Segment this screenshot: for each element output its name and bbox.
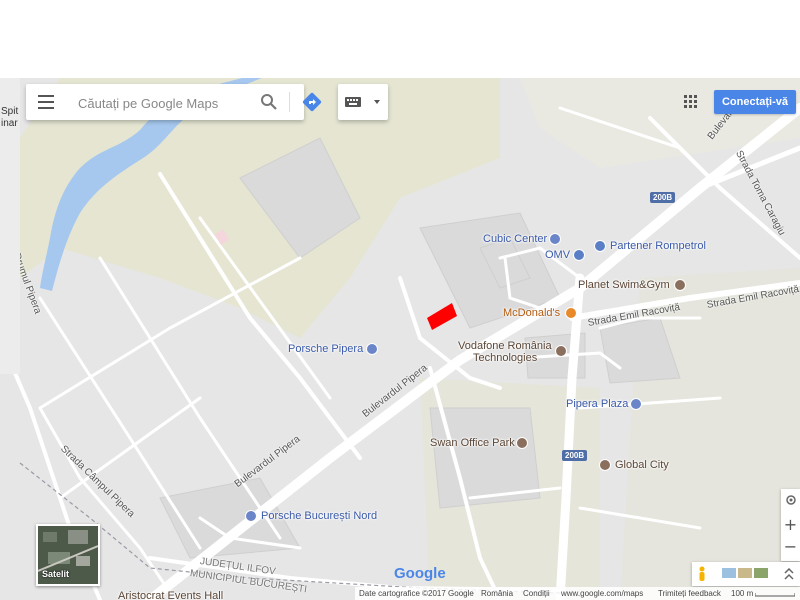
poi-label: Planet Swim&Gym bbox=[578, 279, 670, 291]
google-logo-text: Google bbox=[394, 565, 446, 582]
zoom-in-button[interactable]: + bbox=[781, 514, 800, 536]
shopping-icon bbox=[245, 510, 257, 522]
left-edge-label: Spit inar bbox=[1, 106, 18, 130]
scale-label: 100 m bbox=[731, 589, 754, 598]
poi-label: Pipera Plaza bbox=[566, 398, 629, 410]
shopping-icon bbox=[630, 398, 642, 410]
menu-icon[interactable] bbox=[38, 95, 54, 109]
shopping-icon bbox=[549, 233, 561, 245]
left-edge-text-1: Spit bbox=[1, 106, 19, 117]
imagery-thumb-1[interactable] bbox=[722, 568, 736, 578]
zoom-control: + − bbox=[781, 489, 800, 561]
route-shield-200b-mid: 200B bbox=[562, 450, 588, 461]
search-divider bbox=[289, 92, 290, 112]
place-icon bbox=[516, 437, 528, 449]
satellite-toggle[interactable]: Satelit bbox=[36, 524, 100, 586]
left-panel-edge: Spit inar bbox=[0, 78, 20, 374]
sign-in-button[interactable]: Conectați-vă bbox=[714, 90, 796, 114]
search-input[interactable] bbox=[76, 93, 260, 113]
my-location-button[interactable] bbox=[781, 489, 800, 511]
google-logo: Google bbox=[394, 565, 446, 582]
map-roads-layer bbox=[0, 78, 800, 600]
pegman-icon[interactable] bbox=[698, 566, 706, 582]
location-icon bbox=[785, 495, 796, 505]
map-data-attribution: Date cartografice ©2017 Google bbox=[359, 589, 474, 598]
poi-label: Vodafone România bbox=[458, 340, 552, 352]
terms-link[interactable]: Condiții bbox=[523, 589, 550, 598]
poi-label-line2: Technologies bbox=[473, 352, 538, 364]
maps-url-link[interactable]: www.google.com/maps bbox=[561, 589, 643, 598]
zoom-out-button[interactable]: − bbox=[781, 536, 800, 558]
country-link[interactable]: România bbox=[481, 589, 513, 598]
place-icon bbox=[555, 345, 567, 357]
poi-label: OMV bbox=[545, 249, 571, 261]
poi-label: Porsche București Nord bbox=[261, 510, 378, 522]
imagery-thumb-3[interactable] bbox=[754, 568, 768, 578]
apps-grid-icon[interactable] bbox=[684, 95, 697, 108]
directions-icon[interactable] bbox=[302, 92, 322, 112]
search-icon[interactable] bbox=[260, 93, 278, 111]
place-icon bbox=[599, 459, 611, 471]
poi-label: Cubic Center bbox=[483, 233, 548, 245]
feedback-link[interactable]: Trimiteți feedback bbox=[658, 589, 721, 598]
gas-station-icon bbox=[573, 249, 585, 261]
place-icon bbox=[674, 279, 686, 291]
search-box bbox=[26, 84, 322, 120]
chevron-up-icon[interactable] bbox=[784, 568, 794, 580]
poi-label: Aristocrat Events Hall bbox=[118, 590, 224, 600]
keyboard-icon[interactable] bbox=[345, 97, 361, 107]
map-footer: Date cartografice ©2017 Google România C… bbox=[355, 587, 800, 600]
poi-label: Porsche Pipera bbox=[288, 343, 364, 355]
shopping-icon bbox=[366, 343, 378, 355]
gas-station-icon bbox=[594, 240, 606, 252]
route-shield-200b-top: 200B bbox=[650, 192, 676, 203]
poi-label: Global City bbox=[615, 459, 669, 471]
poi-label: Swan Office Park bbox=[430, 437, 515, 449]
poi-label: Partener Rompetrol bbox=[610, 240, 706, 252]
restaurant-icon bbox=[565, 307, 577, 319]
poi-label: McDonald's bbox=[503, 307, 561, 319]
imagery-thumb-2[interactable] bbox=[738, 568, 752, 578]
left-edge-text-2: inar bbox=[1, 118, 18, 129]
input-tools-box bbox=[338, 84, 388, 120]
chevron-down-icon[interactable] bbox=[374, 100, 380, 104]
map-canvas[interactable]: 200B 200B Bulevardul Pipera Bulevardul P… bbox=[0, 78, 800, 600]
scale-bar bbox=[755, 593, 795, 597]
satellite-label: Satelit bbox=[42, 569, 70, 579]
layers-bar bbox=[692, 562, 800, 586]
